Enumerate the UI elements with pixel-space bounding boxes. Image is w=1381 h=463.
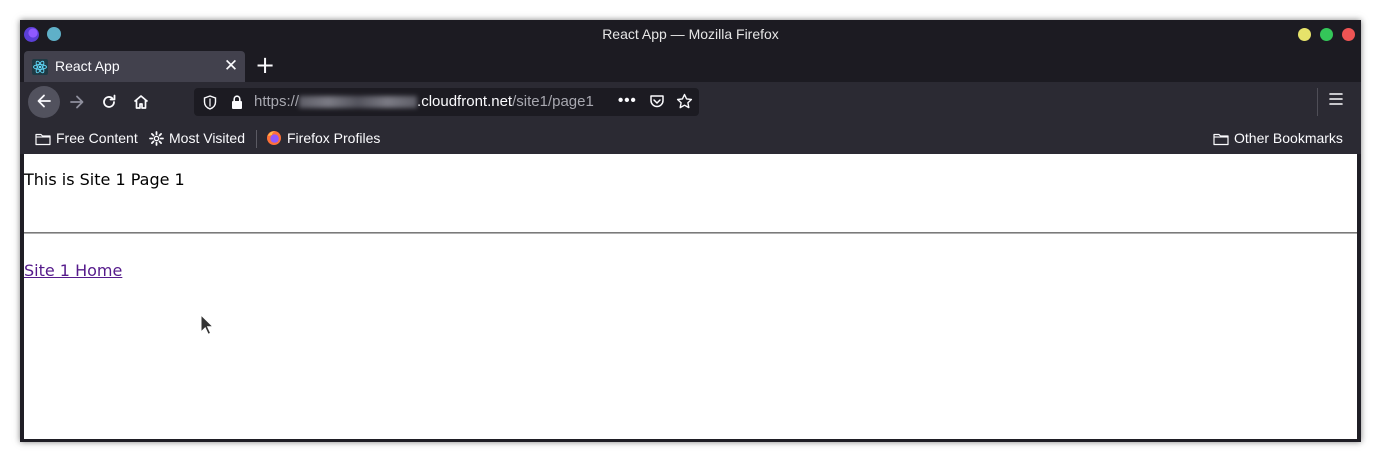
lock-icon[interactable] [230,94,244,110]
home-icon [133,95,149,109]
react-favicon [32,59,48,75]
home-button[interactable] [126,88,156,118]
bookmark-free-content[interactable]: Free Content [35,130,138,146]
page-content: This is Site 1 Page 1 Site 1 Home [24,154,1357,439]
address-bar[interactable]: https:// .cloudfront.net/site1/page1 ••• [194,88,699,116]
bookmark-most-visited[interactable]: Most Visited [149,130,245,146]
site-1-home-link[interactable]: Site 1 Home [24,261,122,280]
forward-button[interactable] [62,88,92,118]
bookmark-label: Free Content [56,130,138,146]
toolbar-separator [1317,88,1318,116]
star-icon[interactable] [676,93,693,110]
tab-react-app[interactable]: React App ✕ [24,51,245,82]
forward-arrow-icon [70,95,84,109]
bookmark-other-bookmarks[interactable]: Other Bookmarks [1213,130,1343,146]
plus-icon[interactable]: + [254,52,276,78]
horizontal-rule [24,232,1357,234]
tab-strip: React App ✕ + [20,49,1361,82]
hamburger-menu-icon[interactable] [1328,91,1344,107]
close-icon[interactable]: ✕ [222,55,240,77]
firefox-icon [267,131,281,145]
bookmark-label: Other Bookmarks [1234,130,1343,146]
pocket-icon[interactable] [649,94,665,109]
back-arrow-icon [37,94,51,108]
bookmark-firefox-profiles[interactable]: Firefox Profiles [266,130,380,146]
url-domain: .cloudfront.net [417,93,513,110]
bookmark-separator [256,130,257,148]
window-title: React App — Mozilla Firefox [602,26,779,42]
gear-icon [149,131,164,146]
folder-icon [35,133,51,146]
url-scheme: https:// [254,93,300,110]
tab-title: React App [55,58,120,74]
url-path: /site1/page1 [512,93,594,110]
shield-icon[interactable] [203,95,217,110]
minimize-button[interactable] [1298,28,1311,41]
title-bar: React App — Mozilla Firefox [20,20,1361,49]
page-heading: This is Site 1 Page 1 [24,170,185,189]
bookmark-label: Most Visited [169,130,245,146]
reload-button[interactable] [94,88,124,118]
url-text[interactable]: https:// .cloudfront.net/site1/page1 [254,93,594,110]
more-icon[interactable]: ••• [618,92,637,109]
bookmarks-toolbar: Free Content Most Visited Firefox Profil… [20,122,1361,154]
browser-window: React App — Mozilla Firefox React App ✕ … [20,20,1361,442]
back-button[interactable] [28,86,60,118]
url-redacted-host [299,96,418,109]
bookmark-label: Firefox Profiles [287,130,381,146]
navigation-toolbar: https:// .cloudfront.net/site1/page1 ••• [20,82,1361,122]
mouse-cursor-icon [200,314,214,335]
reload-icon [103,94,116,108]
folder-icon [1213,133,1229,146]
close-window-button[interactable] [1342,28,1355,41]
maximize-button[interactable] [1320,28,1333,41]
